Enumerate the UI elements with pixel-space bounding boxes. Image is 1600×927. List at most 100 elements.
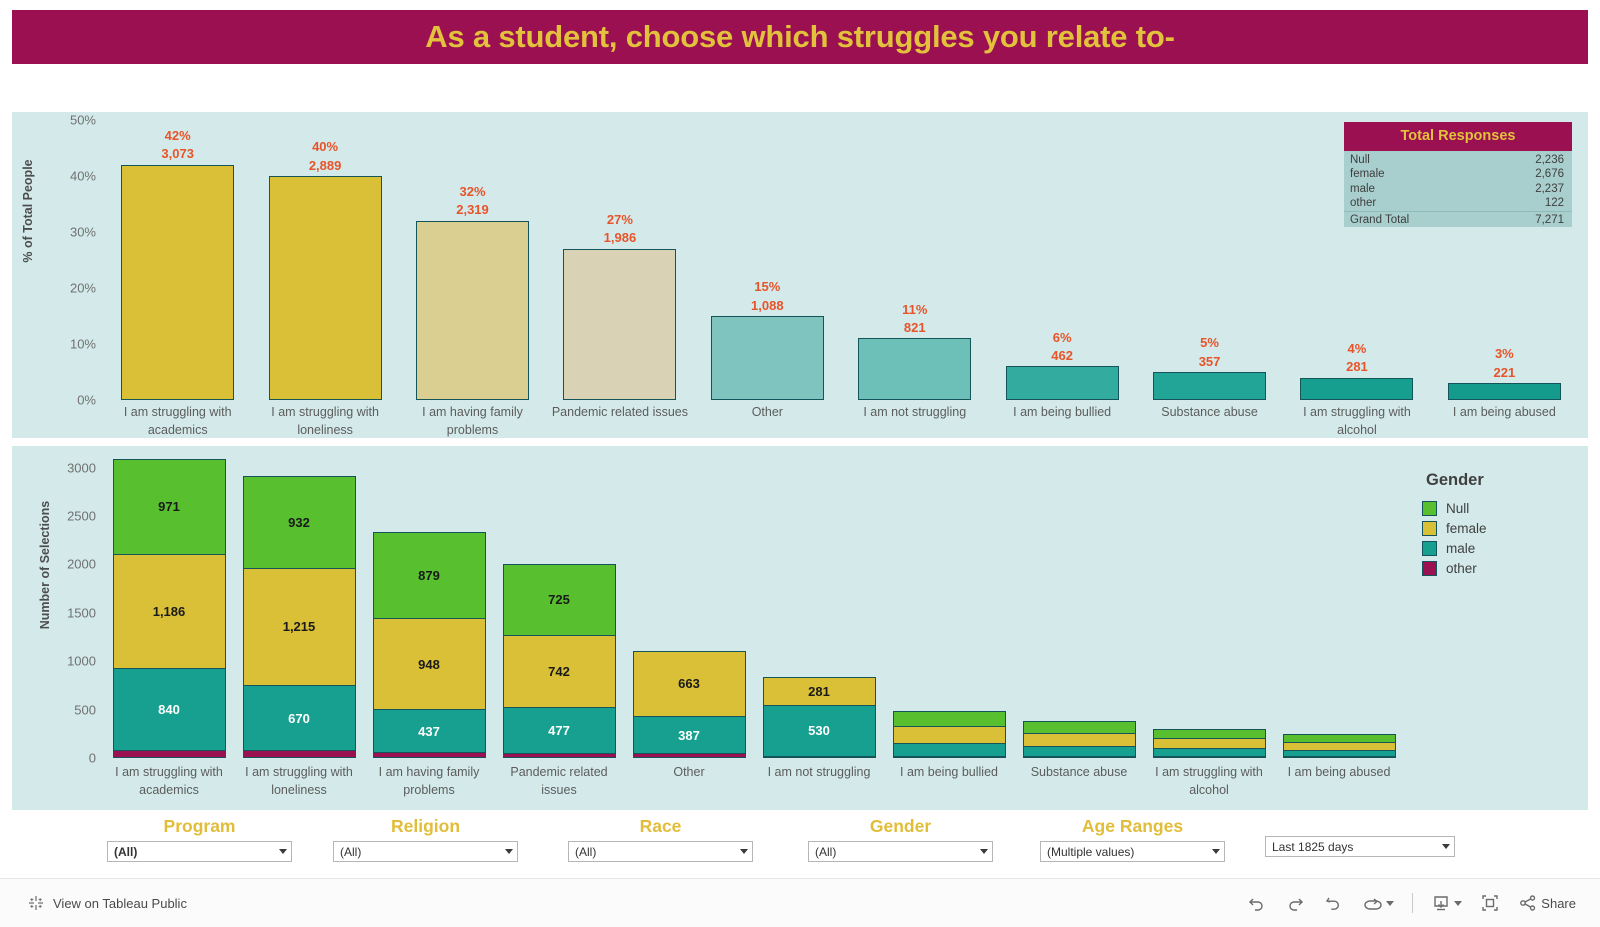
stacked-chart-bar-group[interactable]: 932 1,215 670 — [234, 458, 364, 758]
legend-item-female[interactable]: female — [1422, 518, 1572, 538]
share-button[interactable]: Share — [1518, 893, 1576, 913]
percent-chart-bar[interactable] — [121, 164, 235, 400]
stacked-chart-bar[interactable]: 932 1,215 670 — [242, 476, 356, 758]
percent-chart-bar[interactable] — [1300, 377, 1414, 400]
stacked-chart-bar-group[interactable]: 725 742 477 — [494, 458, 624, 758]
percent-chart-bar[interactable] — [563, 248, 677, 400]
percent-chart-x-label[interactable]: I am not struggling — [841, 404, 988, 440]
percent-chart-x-label[interactable]: Substance abuse — [1136, 404, 1283, 440]
stacked-chart-segment-other[interactable] — [113, 749, 225, 757]
stacked-chart-segment-other[interactable] — [1153, 756, 1265, 757]
percent-chart-x-label[interactable]: I am being bullied — [988, 404, 1135, 440]
stacked-chart-segment-null[interactable] — [1153, 729, 1265, 739]
percent-chart-bar-group[interactable]: 15% 1,088 — [694, 120, 841, 400]
filter-program[interactable]: Program (All) — [107, 816, 292, 862]
percent-chart-bar[interactable] — [710, 316, 824, 400]
stacked-chart-bar-group[interactable]: 663 387 — [624, 458, 754, 758]
stacked-chart-segment-other[interactable] — [1023, 756, 1135, 757]
stacked-chart-segment-null[interactable]: 725 — [503, 564, 615, 635]
stacked-chart-segment-male[interactable]: 387 — [633, 715, 745, 754]
percent-chart-bar[interactable] — [268, 176, 382, 400]
stacked-chart-segment-other[interactable] — [503, 752, 615, 757]
stacked-chart-bar[interactable]: 663 387 — [632, 650, 746, 758]
stacked-chart-segment-null[interactable]: 971 — [113, 459, 225, 554]
filter-dropdown[interactable]: (All) — [808, 841, 993, 862]
filter-religion[interactable]: Religion (All) — [333, 816, 518, 862]
stacked-chart-segment-female[interactable]: 1,215 — [243, 567, 355, 686]
filter-dropdown[interactable]: (All) — [107, 841, 292, 862]
percent-chart-bar-group[interactable]: 32% 2,319 — [399, 120, 546, 400]
stacked-chart-segment-male[interactable]: 840 — [113, 668, 225, 750]
download-button[interactable] — [1431, 893, 1463, 913]
stacked-chart-segment-female[interactable]: 281 — [763, 677, 875, 705]
percent-chart-x-label[interactable]: I am struggling with academics — [104, 404, 251, 440]
stacked-chart-x-label[interactable]: I am struggling with loneliness — [234, 764, 364, 800]
date-range-filter[interactable]: Last 1825 days — [1265, 836, 1455, 857]
filter-race[interactable]: Race (All) — [568, 816, 753, 862]
filter-dropdown[interactable]: (All) — [333, 841, 518, 862]
percent-chart-x-label[interactable]: I am struggling with alcohol — [1283, 404, 1430, 440]
percent-chart-bar-group[interactable]: 6% 462 — [988, 120, 1135, 400]
percent-chart-bar-group[interactable]: 42% 3,073 — [104, 120, 251, 400]
filter-dropdown[interactable]: (All) — [568, 841, 753, 862]
stacked-chart-segment-female[interactable]: 1,186 — [113, 553, 225, 669]
refresh-button[interactable] — [1361, 893, 1395, 913]
stacked-chart-bar[interactable]: 281 530 — [762, 676, 876, 758]
stacked-chart-bar-group[interactable]: 971 1,186 840 — [104, 458, 234, 758]
stacked-chart-segment-female[interactable] — [1283, 742, 1395, 750]
legend-item-other[interactable]: other — [1422, 558, 1572, 578]
stacked-chart-segment-male[interactable] — [1023, 745, 1135, 756]
stacked-chart-segment-male[interactable]: 437 — [373, 709, 485, 752]
stacked-chart-bar[interactable]: 725 742 477 — [502, 563, 616, 758]
stacked-chart-segment-male[interactable] — [1153, 748, 1265, 756]
stacked-chart-bar-group[interactable]: 879 948 437 — [364, 458, 494, 758]
view-on-tableau-public-button[interactable]: View on Tableau Public — [0, 895, 187, 911]
stacked-chart-segment-male[interactable]: 477 — [503, 706, 615, 753]
stacked-chart-x-label[interactable]: I am being abused — [1274, 764, 1404, 800]
stacked-chart-segment-other[interactable] — [763, 756, 875, 757]
stacked-chart-bar[interactable]: 879 948 437 — [372, 531, 486, 758]
stacked-chart-bar-group[interactable] — [884, 458, 1014, 758]
stacked-chart-segment-female[interactable] — [1153, 738, 1265, 749]
percent-chart-x-label[interactable]: I am being abused — [1431, 404, 1578, 440]
stacked-chart-x-label[interactable]: I am struggling with academics — [104, 764, 234, 800]
stacked-chart-x-label[interactable]: I am having family problems — [364, 764, 494, 800]
stacked-chart-bar[interactable] — [892, 711, 1006, 758]
percent-chart-x-label[interactable]: Other — [694, 404, 841, 440]
percent-chart-bar[interactable] — [858, 338, 972, 400]
stacked-chart-segment-female[interactable]: 948 — [373, 617, 485, 710]
stacked-chart-segment-null[interactable] — [893, 712, 1005, 727]
percent-chart-bar[interactable] — [1153, 372, 1267, 400]
stacked-chart-segment-null[interactable]: 932 — [243, 477, 355, 568]
stacked-chart-bar-group[interactable] — [1144, 458, 1274, 758]
stacked-chart-bar[interactable] — [1022, 721, 1136, 758]
stacked-chart-segment-male[interactable] — [893, 742, 1005, 756]
percent-chart-x-label[interactable]: I am having family problems — [399, 404, 546, 440]
filter-dropdown[interactable]: (Multiple values) — [1040, 841, 1225, 862]
percent-chart-bar-group[interactable]: 40% 2,889 — [251, 120, 398, 400]
redo-button[interactable] — [1285, 893, 1305, 913]
percent-chart-bar[interactable] — [1005, 366, 1119, 400]
revert-button[interactable] — [1323, 893, 1343, 913]
stacked-chart-segment-other[interactable] — [633, 753, 745, 757]
percent-chart-bar[interactable] — [416, 220, 530, 400]
stacked-chart-bar[interactable]: 971 1,186 840 — [112, 458, 226, 758]
stacked-chart-segment-other[interactable] — [1283, 756, 1395, 757]
stacked-chart-x-label[interactable]: Substance abuse — [1014, 764, 1144, 800]
stacked-chart-x-label[interactable]: Other — [624, 764, 754, 800]
percent-chart-bar-group[interactable]: 5% 357 — [1136, 120, 1283, 400]
stacked-chart-segment-female[interactable]: 742 — [503, 634, 615, 707]
undo-button[interactable] — [1247, 893, 1267, 913]
stacked-chart-segment-female[interactable] — [893, 726, 1005, 743]
filter-gender[interactable]: Gender (All) — [808, 816, 993, 862]
filter-age-ranges[interactable]: Age Ranges (Multiple values) — [1040, 816, 1225, 862]
percent-chart-x-label[interactable]: I am struggling with loneliness — [251, 404, 398, 440]
stacked-chart-x-label[interactable]: Pandemic related issues — [494, 764, 624, 800]
stacked-chart-x-label[interactable]: I am not struggling — [754, 764, 884, 800]
stacked-chart-bar-group[interactable]: 281 530 — [754, 458, 884, 758]
stacked-chart-segment-female[interactable]: 663 — [633, 651, 745, 716]
stacked-chart-bar[interactable] — [1152, 728, 1266, 758]
percent-chart-x-label[interactable]: Pandemic related issues — [546, 404, 693, 440]
legend-item-male[interactable]: male — [1422, 538, 1572, 558]
stacked-chart-segment-other[interactable] — [373, 751, 485, 757]
